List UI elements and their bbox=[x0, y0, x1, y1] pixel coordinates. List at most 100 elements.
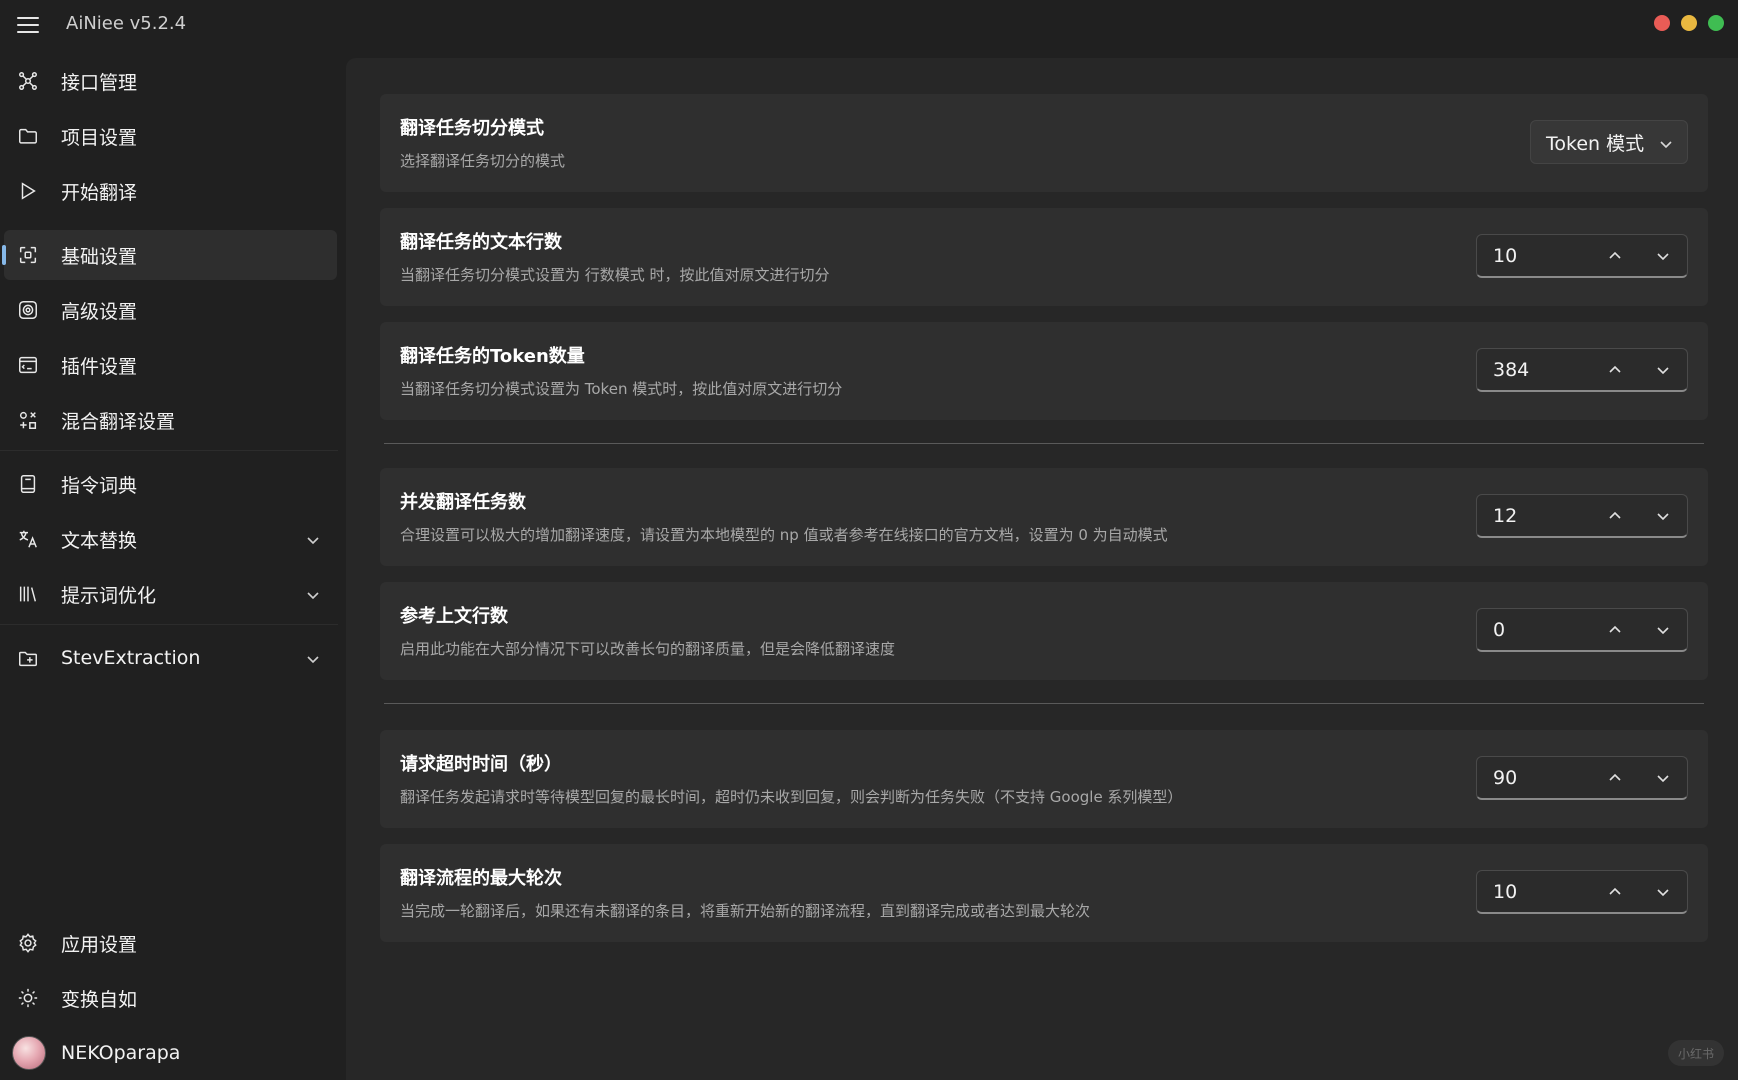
setting-title: 翻译任务切分模式 bbox=[400, 118, 544, 139]
user-name: NEKOparapa bbox=[61, 1042, 181, 1064]
chevron-down-icon[interactable] bbox=[306, 587, 320, 601]
sidebar-item-label: 高级设置 bbox=[61, 300, 138, 323]
sidebar-item-label: 接口管理 bbox=[61, 71, 138, 94]
chevron-up-icon[interactable] bbox=[1601, 765, 1629, 791]
setting-split-mode: 翻译任务切分模式 选择翻译任务切分的模式 Token 模式 bbox=[380, 94, 1708, 192]
extraction-icon bbox=[16, 646, 40, 670]
section-divider bbox=[384, 443, 1704, 444]
sidebar-item-theme[interactable]: 变换自如 bbox=[0, 973, 338, 1023]
chevron-up-icon[interactable] bbox=[1601, 879, 1629, 905]
chevron-down-icon[interactable] bbox=[1649, 243, 1677, 269]
sidebar-item-advanced[interactable]: 高级设置 bbox=[0, 285, 338, 335]
sidebar-item-prompt[interactable]: 提示词优化 bbox=[0, 569, 338, 619]
max-rounds-spinbox[interactable]: 10 bbox=[1476, 870, 1688, 914]
settings-panel: 翻译任务切分模式 选择翻译任务切分的模式 Token 模式 翻译任务的文本行数 … bbox=[346, 58, 1738, 1080]
setting-description: 翻译任务发起请求时等待模型回复的最长时间，超时仍未收到回复，则会判断为任务失败（… bbox=[400, 788, 1183, 806]
chevron-up-icon[interactable] bbox=[1601, 503, 1629, 529]
minimize-window-button[interactable] bbox=[1681, 15, 1697, 31]
chevron-up-icon[interactable] bbox=[1601, 243, 1629, 269]
setting-line-count: 翻译任务的文本行数 当翻译任务切分模式设置为 行数模式 时，按此值对原文进行切分… bbox=[380, 208, 1708, 306]
sidebar-item-project[interactable]: 项目设置 bbox=[0, 111, 338, 161]
line-count-spinbox[interactable]: 10 bbox=[1476, 234, 1688, 278]
dictionary-icon bbox=[16, 472, 40, 496]
setting-description: 当翻译任务切分模式设置为 Token 模式时，按此值对原文进行切分 bbox=[400, 380, 843, 398]
advanced-settings-icon bbox=[16, 298, 40, 322]
sidebar-item-label: 应用设置 bbox=[61, 933, 138, 956]
theme-toggle-icon bbox=[16, 986, 40, 1010]
spinbox-value[interactable]: 10 bbox=[1493, 245, 1517, 267]
setting-description: 当翻译任务切分模式设置为 行数模式 时，按此值对原文进行切分 bbox=[400, 266, 830, 284]
basic-settings-icon bbox=[16, 243, 40, 267]
sidebar-item-label: 文本替换 bbox=[61, 529, 138, 552]
plugin-icon bbox=[16, 353, 40, 377]
sidebar-item-basic[interactable]: 基础设置 bbox=[2, 230, 337, 280]
timeout-spinbox[interactable]: 90 bbox=[1476, 756, 1688, 800]
split-mode-dropdown[interactable]: Token 模式 bbox=[1530, 120, 1688, 164]
text-replace-icon bbox=[16, 527, 40, 551]
sidebar-item-mixed[interactable]: 混合翻译设置 bbox=[0, 395, 338, 445]
chevron-down-icon bbox=[1659, 136, 1673, 150]
spinbox-value[interactable]: 10 bbox=[1493, 881, 1517, 903]
sidebar-item-label: 变换自如 bbox=[61, 988, 138, 1011]
sidebar-item-user[interactable]: NEKOparapa bbox=[0, 1028, 338, 1078]
chevron-down-icon[interactable] bbox=[1649, 503, 1677, 529]
setting-max-rounds: 翻译流程的最大轮次 当完成一轮翻译后，如果还有未翻译的条目，将重新开始新的翻译流… bbox=[380, 844, 1708, 942]
chevron-down-icon[interactable] bbox=[306, 532, 320, 546]
title-bar: AiNiee v5.2.4 bbox=[0, 0, 1738, 50]
context-lines-spinbox[interactable]: 0 bbox=[1476, 608, 1688, 652]
spinbox-value[interactable]: 384 bbox=[1493, 359, 1529, 381]
chevron-down-icon[interactable] bbox=[306, 651, 320, 665]
sidebar-item-dictionary[interactable]: 指令词典 bbox=[0, 459, 338, 509]
setting-title: 参考上文行数 bbox=[400, 606, 508, 627]
setting-description: 选择翻译任务切分的模式 bbox=[400, 152, 566, 170]
spinbox-value[interactable]: 0 bbox=[1493, 619, 1505, 641]
sidebar-item-start[interactable]: 开始翻译 bbox=[0, 166, 338, 216]
setting-title: 请求超时时间（秒） bbox=[400, 754, 562, 775]
chevron-up-icon[interactable] bbox=[1601, 357, 1629, 383]
prompt-optimize-icon bbox=[16, 582, 40, 606]
maximize-window-button[interactable] bbox=[1708, 15, 1724, 31]
setting-token-count: 翻译任务的Token数量 当翻译任务切分模式设置为 Token 模式时，按此值对… bbox=[380, 322, 1708, 420]
token-count-spinbox[interactable]: 384 bbox=[1476, 348, 1688, 392]
sidebar-item-label: 混合翻译设置 bbox=[61, 410, 176, 433]
avatar bbox=[12, 1036, 46, 1070]
folder-icon bbox=[16, 124, 40, 148]
sidebar-item-stevextraction[interactable]: StevExtraction bbox=[0, 633, 338, 683]
chevron-up-icon[interactable] bbox=[1601, 617, 1629, 643]
sidebar-item-api[interactable]: 接口管理 bbox=[0, 56, 338, 106]
sidebar-item-text-replace[interactable]: 文本替换 bbox=[0, 514, 338, 564]
close-window-button[interactable] bbox=[1654, 15, 1670, 31]
sidebar: 接口管理 项目设置 开始翻译 基础设置 高级设置 插件设置 混合翻译设置 指令词… bbox=[0, 54, 346, 1080]
sidebar-item-label: 开始翻译 bbox=[61, 181, 138, 204]
setting-concurrency: 并发翻译任务数 合理设置可以极大的增加翻译速度，请设置为本地模型的 np 值或者… bbox=[380, 468, 1708, 566]
setting-description: 合理设置可以极大的增加翻译速度，请设置为本地模型的 np 值或者参考在线接口的官… bbox=[400, 526, 1168, 544]
spinbox-value[interactable]: 12 bbox=[1493, 505, 1517, 527]
sidebar-item-label: 插件设置 bbox=[61, 355, 138, 378]
sidebar-divider bbox=[0, 624, 338, 625]
sidebar-item-plugin[interactable]: 插件设置 bbox=[0, 340, 338, 390]
setting-description: 启用此功能在大部分情况下可以改善长句的翻译质量，但是会降低翻译速度 bbox=[400, 640, 896, 658]
sidebar-item-label: 项目设置 bbox=[61, 126, 138, 149]
setting-title: 翻译流程的最大轮次 bbox=[400, 868, 562, 889]
setting-timeout: 请求超时时间（秒） 翻译任务发起请求时等待模型回复的最长时间，超时仍未收到回复，… bbox=[380, 730, 1708, 828]
spinbox-value[interactable]: 90 bbox=[1493, 767, 1517, 789]
menu-icon[interactable] bbox=[16, 14, 40, 36]
sidebar-item-app-settings[interactable]: 应用设置 bbox=[0, 918, 338, 968]
sidebar-item-label: StevExtraction bbox=[61, 647, 201, 669]
setting-title: 翻译任务的文本行数 bbox=[400, 232, 562, 253]
chevron-down-icon[interactable] bbox=[1649, 357, 1677, 383]
setting-context-lines: 参考上文行数 启用此功能在大部分情况下可以改善长句的翻译质量，但是会降低翻译速度… bbox=[380, 582, 1708, 680]
chevron-down-icon[interactable] bbox=[1649, 879, 1677, 905]
setting-title: 翻译任务的Token数量 bbox=[400, 346, 585, 367]
setting-description: 当完成一轮翻译后，如果还有未翻译的条目，将重新开始新的翻译流程，直到翻译完成或者… bbox=[400, 902, 1091, 920]
chevron-down-icon[interactable] bbox=[1649, 617, 1677, 643]
concurrency-spinbox[interactable]: 12 bbox=[1476, 494, 1688, 538]
sidebar-item-label: 基础设置 bbox=[61, 245, 138, 268]
watermark: 小红书 bbox=[1668, 1040, 1724, 1066]
chevron-down-icon[interactable] bbox=[1649, 765, 1677, 791]
play-icon bbox=[16, 179, 40, 203]
dropdown-value: Token 模式 bbox=[1546, 132, 1645, 155]
sidebar-item-label: 提示词优化 bbox=[61, 584, 157, 607]
mixed-translate-icon bbox=[16, 408, 40, 432]
setting-title: 并发翻译任务数 bbox=[400, 492, 526, 513]
